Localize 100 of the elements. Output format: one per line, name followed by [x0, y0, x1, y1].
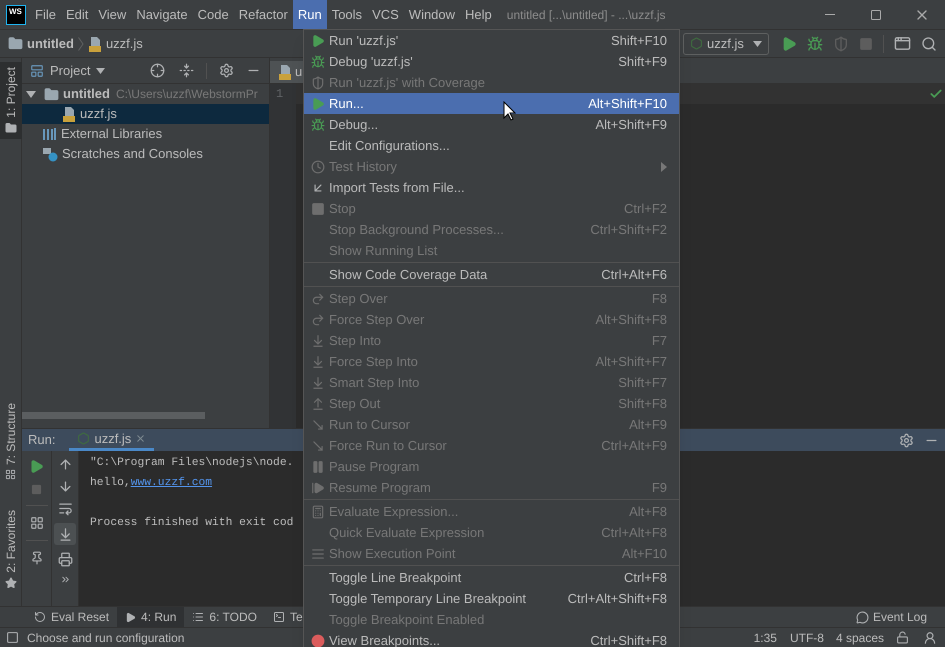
expand-caret-icon[interactable] [26, 89, 36, 99]
status-message: Choose and run configuration [27, 630, 184, 646]
console-line: hello,www.uzzf.com [90, 476, 212, 491]
node-icon [77, 432, 90, 445]
tree-row[interactable]: Scratches and Consoles [22, 144, 269, 164]
breadcrumb[interactable]: uzzf.js [106, 34, 143, 54]
tool-window-tab[interactable]: 7: Structure [0, 398, 22, 486]
debug-icon[interactable] [807, 36, 823, 52]
layout-icon[interactable] [30, 516, 44, 530]
print-icon[interactable] [58, 552, 72, 567]
link[interactable]: www.uzzf.com [130, 477, 212, 489]
pause-icon [311, 460, 325, 474]
window-title: untitled [...\untitled] - ...\uzzf.js [506, 6, 666, 24]
mouse-cursor-icon [503, 101, 516, 121]
wrap-icon[interactable] [58, 501, 72, 516]
tool-window-button[interactable]: 6: TODO [184, 607, 265, 627]
more-icon[interactable] [60, 574, 70, 585]
caret-icon [753, 40, 762, 46]
menu-item[interactable]: Refactor [234, 0, 293, 29]
maximize-icon [870, 8, 882, 20]
person-icon[interactable] [923, 630, 937, 644]
scrollbar-thumb[interactable] [22, 412, 205, 419]
step-into-icon [311, 334, 325, 348]
event-log-button[interactable]: Event Log [856, 608, 927, 626]
calculator-icon [311, 504, 325, 518]
panel-icon [30, 64, 44, 78]
up-icon[interactable] [58, 457, 72, 472]
resume-icon [311, 480, 325, 494]
window-icon[interactable] [894, 35, 911, 52]
check-icon [929, 87, 943, 101]
run-config-dropdown[interactable]: uzzf.js [683, 32, 769, 54]
settings-icon[interactable] [219, 63, 234, 78]
close-icon[interactable] [135, 433, 146, 444]
tree-row[interactable]: untitled C:\Users\uzzf\WebstormPr [22, 84, 269, 104]
menu-item[interactable]: VCS [367, 0, 404, 29]
run-to-cursor-icon [311, 438, 325, 452]
encoding[interactable]: UTF-8 [790, 628, 824, 646]
js-file-icon [88, 36, 102, 52]
menu-item[interactable]: Run [292, 0, 327, 29]
search-icon[interactable] [921, 36, 937, 52]
menu-entry[interactable]: Run... Alt+Shift+F10 [304, 93, 679, 114]
js-file-icon [278, 64, 292, 80]
minimize-icon [825, 14, 835, 15]
caret-position[interactable]: 1:35 [754, 628, 777, 646]
tree-row[interactable]: uzzf.js [22, 104, 269, 124]
menu-entry[interactable]: Toggle Line Breakpoint Ctrl+F8 [304, 567, 679, 588]
tool-window-button[interactable]: Eval Reset [26, 607, 118, 627]
chat-icon [856, 610, 869, 624]
scratch-icon [42, 146, 58, 162]
menu-item[interactable]: Window [404, 0, 460, 29]
menu-entry[interactable]: Toggle Temporary Line Breakpoint Ctrl+Alt+Shift+F8 [304, 588, 679, 609]
step-over-icon [311, 312, 325, 326]
menu-entry[interactable]: Edit Configurations... [304, 135, 679, 156]
scroll-to-end-button[interactable] [54, 523, 76, 545]
menu-item[interactable]: File [30, 0, 61, 29]
step-over-icon [311, 292, 325, 306]
caret-icon [96, 68, 106, 74]
project-view-dropdown[interactable]: Project [50, 60, 106, 80]
menu-item[interactable]: Edit [60, 0, 94, 29]
bug-icon [311, 54, 325, 68]
rerun-icon[interactable] [29, 459, 44, 474]
toggle-icon[interactable] [6, 631, 19, 644]
tool-window-tab[interactable]: 2: Favorites [0, 505, 22, 594]
indent-setting[interactable]: 4 spaces [836, 628, 884, 646]
locate-icon[interactable] [150, 63, 165, 78]
menu-item[interactable]: View [93, 0, 132, 29]
panel-label: Run: [28, 431, 56, 450]
play-icon [125, 612, 136, 622]
lines-icon [311, 546, 325, 560]
node-icon [690, 37, 703, 50]
tree-row[interactable]: External Libraries [22, 124, 269, 144]
folder-icon [44, 86, 59, 102]
menu-item[interactable]: Code [192, 0, 234, 29]
run-icon[interactable] [781, 36, 797, 52]
menu-item[interactable]: Tools [326, 0, 368, 29]
folder-icon [8, 36, 23, 51]
scroll-down-icon [58, 526, 72, 542]
reset-icon [34, 611, 46, 623]
collapse-icon[interactable] [179, 63, 194, 78]
menu-entry[interactable]: Debug... Alt+Shift+F9 [304, 114, 679, 135]
settings-icon[interactable] [899, 432, 914, 448]
down-icon[interactable] [58, 479, 72, 494]
breadcrumb[interactable]: untitled [27, 34, 74, 54]
menu-entry[interactable]: Show Code Coverage Data Ctrl+Alt+F6 [304, 264, 679, 285]
step-into-icon [311, 376, 325, 390]
chevron-icon [78, 36, 84, 50]
menu-entry[interactable]: Run 'uzzf.js' Shift+F10 [304, 30, 679, 51]
menu-item[interactable]: Navigate [131, 0, 193, 29]
console-line: Process finished with exit cod [90, 516, 294, 531]
star-icon [4, 577, 16, 589]
menu-entry[interactable]: Import Tests from File... [304, 177, 679, 198]
pin-icon[interactable] [30, 551, 44, 565]
library-icon [42, 127, 57, 141]
tool-window-button[interactable]: 4: Run [117, 607, 184, 627]
menu-item[interactable]: Help [460, 0, 497, 29]
run-tab[interactable]: uzzf.js [94, 428, 132, 448]
lock-icon[interactable] [896, 631, 909, 644]
js-file-icon [62, 106, 76, 122]
tool-window-tab[interactable]: 1: Project [0, 62, 22, 139]
stop-icon [311, 202, 325, 216]
